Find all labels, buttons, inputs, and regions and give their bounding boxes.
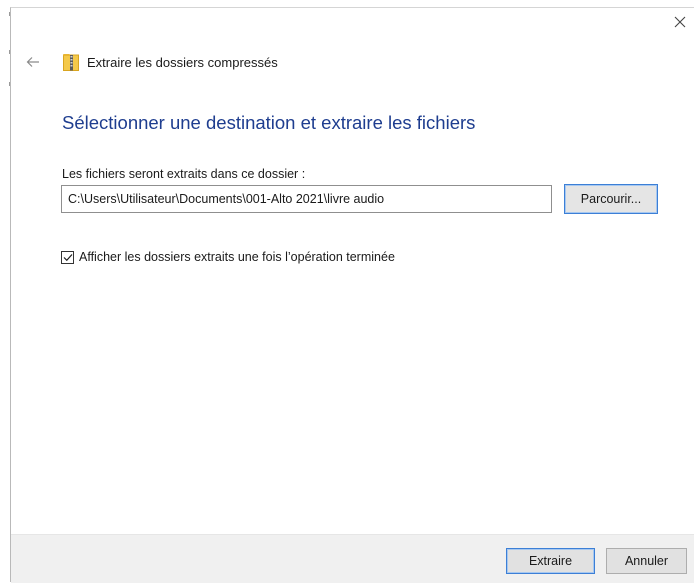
show-extracted-option[interactable]: Afficher les dossiers extraits une fois … (61, 249, 395, 265)
dialog-footer: Extraire Annuler (11, 534, 694, 583)
close-button[interactable] (666, 8, 694, 36)
destination-label: Les fichiers seront extraits dans ce dos… (62, 167, 306, 181)
browse-button[interactable]: Parcourir... (564, 184, 658, 214)
checkmark-icon (63, 253, 72, 261)
show-extracted-label: Afficher les dossiers extraits une fois … (79, 250, 395, 264)
zip-folder-icon (63, 54, 79, 71)
close-icon (674, 16, 686, 28)
dialog-title: Extraire les dossiers compressés (87, 54, 278, 70)
background-window-edge (0, 0, 10, 582)
page-heading: Sélectionner une destination et extraire… (62, 112, 476, 133)
back-arrow-icon (26, 57, 39, 67)
show-extracted-checkbox[interactable] (61, 250, 74, 264)
cancel-button[interactable]: Annuler (606, 548, 687, 574)
extract-button[interactable]: Extraire (506, 548, 595, 574)
destination-path-input[interactable] (61, 185, 552, 213)
dialog-title-row: Extraire les dossiers compressés (63, 52, 278, 72)
back-button[interactable] (23, 52, 43, 72)
extract-dialog: Extraire les dossiers compressés Sélecti… (10, 7, 694, 583)
